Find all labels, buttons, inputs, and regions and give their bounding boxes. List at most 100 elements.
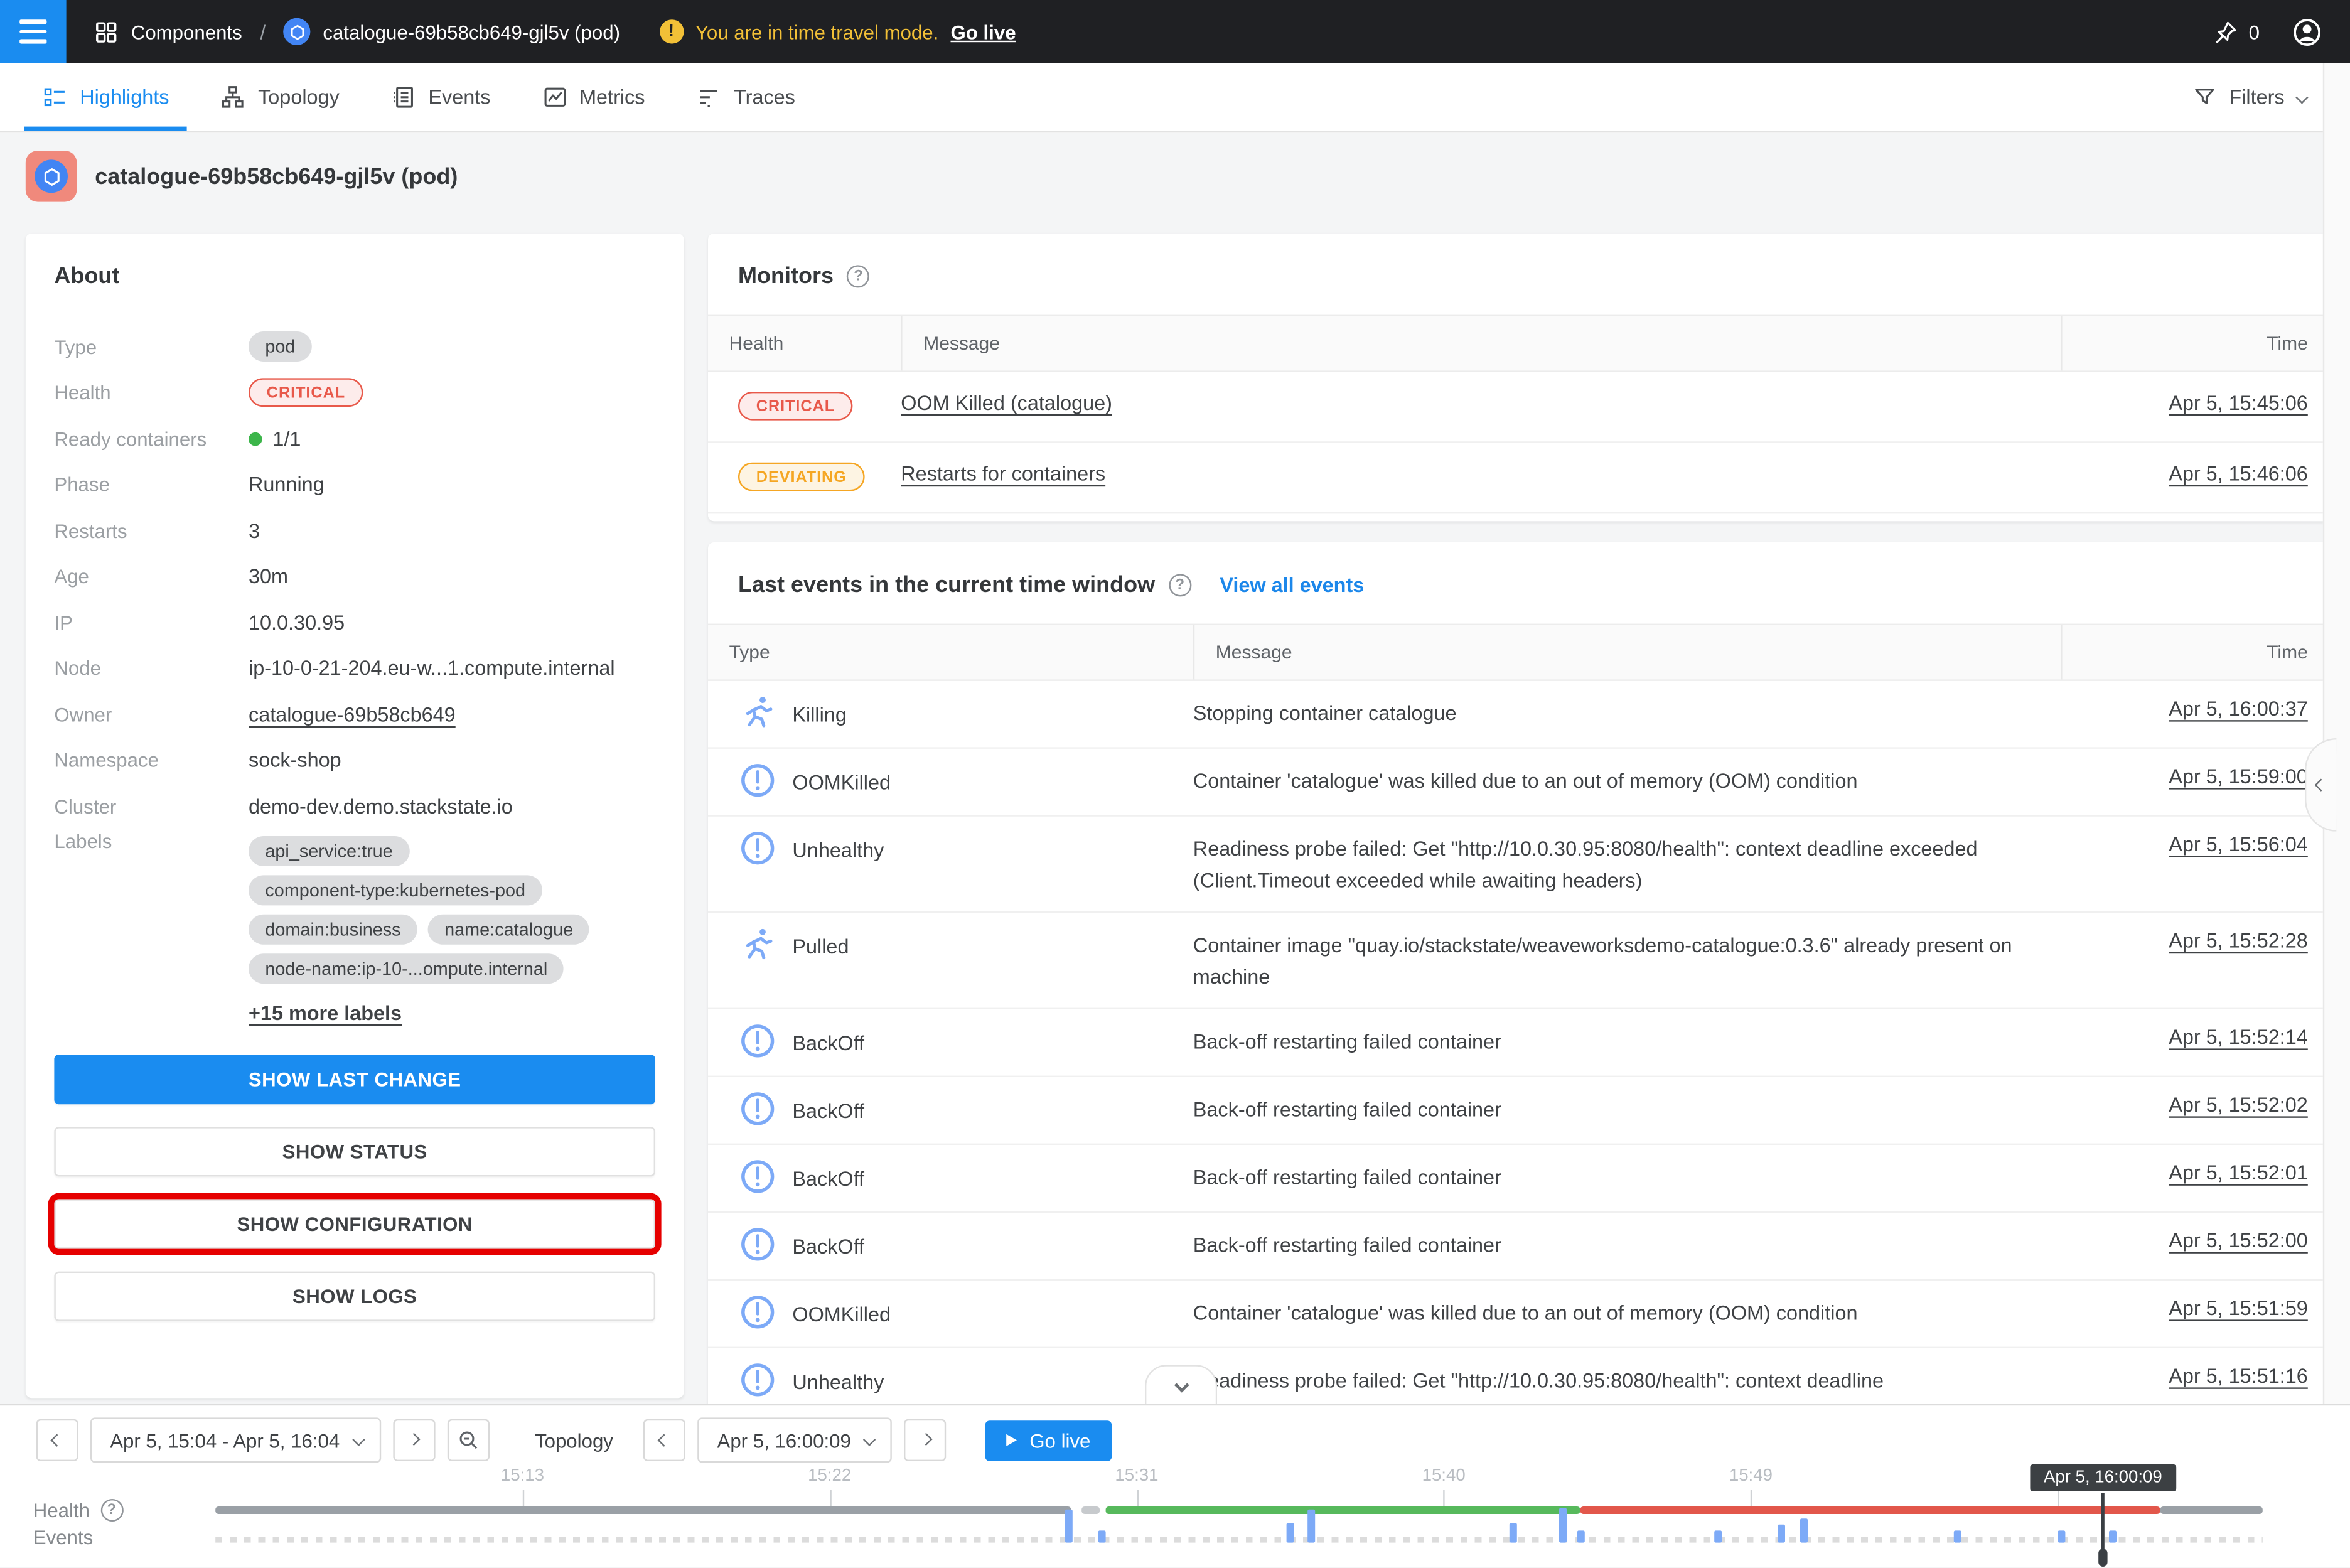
about-row-text: ip-10-0-21-204.eu-w...1.compute.internal: [249, 657, 615, 680]
label-pill[interactable]: api_service:true: [249, 835, 409, 866]
alert-circle-icon: [738, 1292, 777, 1331]
tab-label: Topology: [258, 86, 340, 109]
tick-label: 15:13: [501, 1468, 544, 1486]
range-prev-button[interactable]: [36, 1419, 78, 1461]
pin-icon[interactable]: [2213, 19, 2238, 45]
tab-label: Events: [428, 86, 490, 109]
event-time-link[interactable]: Apr 5, 16:00:37: [2169, 697, 2308, 720]
event-message-cell: Back-off restarting failed container: [1193, 1093, 2061, 1125]
chevron-down-icon: [1174, 1378, 1189, 1393]
monitor-time-link[interactable]: Apr 5, 15:46:06: [2169, 463, 2308, 485]
events-expand-toggle[interactable]: [1145, 1365, 1217, 1404]
time-cursor-tooltip: Apr 5, 16:00:09: [2030, 1464, 2176, 1491]
tab-topology[interactable]: Topology: [202, 63, 357, 131]
show-last-change-button[interactable]: SHOW LAST CHANGE: [54, 1054, 655, 1104]
right-panel-collapse-toggle[interactable]: [2305, 738, 2336, 832]
breadcrumb-entity[interactable]: catalogue-69b58cb649-gjl5v (pod): [323, 20, 620, 43]
event-histogram-bar: [1714, 1530, 1722, 1542]
about-row: Age30m: [54, 554, 655, 599]
help-icon[interactable]: ?: [847, 265, 870, 287]
metrics-icon: [542, 84, 567, 110]
label-pill[interactable]: name:catalogue: [428, 914, 590, 944]
event-row: OOMKilledContainer 'catalogue' was kille…: [708, 749, 2329, 817]
event-time-cell: Apr 5, 15:51:59: [2061, 1297, 2329, 1319]
pod-icon: [284, 18, 311, 45]
event-time-link[interactable]: Apr 5, 15:52:28: [2169, 930, 2308, 952]
event-time-link[interactable]: Apr 5, 15:52:14: [2169, 1026, 2308, 1048]
event-histogram-bar: [1954, 1530, 1961, 1542]
event-time-cell: Apr 5, 15:52:02: [2061, 1093, 2329, 1116]
column-header-message: Message: [901, 316, 2061, 370]
pod-icon: [35, 159, 68, 193]
event-row: BackOffBack-off restarting failed contai…: [708, 1213, 2329, 1281]
timeline-track[interactable]: Apr 5, 16:00:09 15:1315:2215:3115:4015:4…: [215, 1405, 2263, 1568]
show-logs-button[interactable]: SHOW LOGS: [54, 1270, 655, 1320]
help-icon[interactable]: ?: [1169, 574, 1191, 596]
owner-link[interactable]: catalogue-69b58cb649: [249, 703, 456, 726]
highlights-icon: [42, 84, 68, 110]
more-labels-link[interactable]: +15 more labels: [249, 1001, 655, 1024]
event-message-cell: Back-off restarting failed container: [1193, 1161, 2061, 1193]
about-row: Typepod: [54, 324, 655, 370]
runner-icon: [738, 693, 777, 732]
event-time-link[interactable]: Apr 5, 15:51:59: [2169, 1297, 2308, 1319]
about-row: Restarts3: [54, 508, 655, 554]
go-live-link[interactable]: Go live: [951, 20, 1016, 43]
ready-count: 1/1: [272, 427, 301, 450]
label-pill[interactable]: component-type:kubernetes-pod: [249, 874, 542, 905]
about-row-label: Health: [54, 382, 249, 404]
event-type-label: Killing: [792, 704, 846, 726]
avatar-icon[interactable]: [2291, 16, 2322, 47]
tab-label: Traces: [734, 86, 795, 109]
event-time-link[interactable]: Apr 5, 15:51:16: [2169, 1365, 2308, 1387]
about-row: Namespacesock-shop: [54, 738, 655, 783]
about-row: PhaseRunning: [54, 462, 655, 508]
hamburger-menu-icon[interactable]: [0, 0, 67, 63]
monitor-message-link[interactable]: Restarts for containers: [901, 463, 1105, 485]
label-pill[interactable]: node-name:ip-10-...ompute.internal: [249, 953, 564, 983]
event-type-cell: Pulled: [708, 930, 1193, 964]
event-message-cell: Back-off restarting failed container: [1193, 1026, 2061, 1057]
time-travel-banner: ! You are in time travel mode. Go live: [659, 19, 1016, 43]
event-time-link[interactable]: Apr 5, 15:52:02: [2169, 1093, 2308, 1116]
time-cursor-handle[interactable]: [2099, 1549, 2107, 1567]
alert-circle-icon: [738, 761, 777, 800]
tab-traces[interactable]: Traces: [678, 63, 813, 131]
event-time-link[interactable]: Apr 5, 15:52:00: [2169, 1229, 2308, 1252]
tab-highlights[interactable]: Highlights: [24, 63, 187, 131]
event-time-link[interactable]: Apr 5, 15:56:04: [2169, 833, 2308, 856]
event-histogram-bar: [1577, 1530, 1585, 1542]
monitor-row: CRITICALOOM Killed (catalogue)Apr 5, 15:…: [708, 372, 2329, 443]
about-row-text: sock-shop: [249, 749, 341, 771]
breadcrumb-components[interactable]: Components: [131, 20, 242, 43]
event-time-cell: Apr 5, 15:52:14: [2061, 1026, 2329, 1048]
event-message-text: Back-off restarting failed container: [1193, 1161, 1501, 1193]
monitor-message-link[interactable]: OOM Killed (catalogue): [901, 392, 1112, 414]
tick-mark: [2058, 1490, 2059, 1506]
tab-metrics[interactable]: Metrics: [523, 63, 663, 131]
events-histogram[interactable]: [215, 1502, 2263, 1543]
event-time-link[interactable]: Apr 5, 15:52:01: [2169, 1161, 2308, 1184]
help-icon[interactable]: ?: [100, 1499, 123, 1522]
monitor-time-link[interactable]: Apr 5, 15:45:06: [2169, 392, 2308, 414]
tick-label: 15:40: [1422, 1468, 1466, 1486]
filters-button[interactable]: Filters: [2191, 84, 2305, 110]
view-all-events-link[interactable]: View all events: [1220, 574, 1364, 596]
event-time-link[interactable]: Apr 5, 15:59:00: [2169, 765, 2308, 788]
time-travel-text: You are in time travel mode.: [695, 20, 938, 43]
show-status-button[interactable]: SHOW STATUS: [54, 1126, 655, 1176]
event-row: BackOffBack-off restarting failed contai…: [708, 1077, 2329, 1145]
event-time-cell: Apr 5, 15:59:00: [2061, 765, 2329, 788]
events-title-row: Last events in the current time window ?…: [708, 542, 2329, 624]
show-configuration-button[interactable]: SHOW CONFIGURATION: [54, 1198, 655, 1248]
about-row-text: demo-dev.demo.stackstate.io: [249, 795, 513, 818]
about-row-value: api_service:true component-type:kubernete…: [249, 829, 655, 1029]
about-row-text: 3: [249, 519, 260, 542]
label-pill[interactable]: domain:business: [249, 914, 417, 944]
tick-label: 15:22: [808, 1468, 851, 1486]
events-icon: [390, 84, 416, 110]
tab-label: Highlights: [80, 86, 169, 109]
column-header-time: Time: [2061, 625, 2329, 679]
tab-events[interactable]: Events: [373, 63, 509, 131]
traces-icon: [696, 84, 722, 110]
